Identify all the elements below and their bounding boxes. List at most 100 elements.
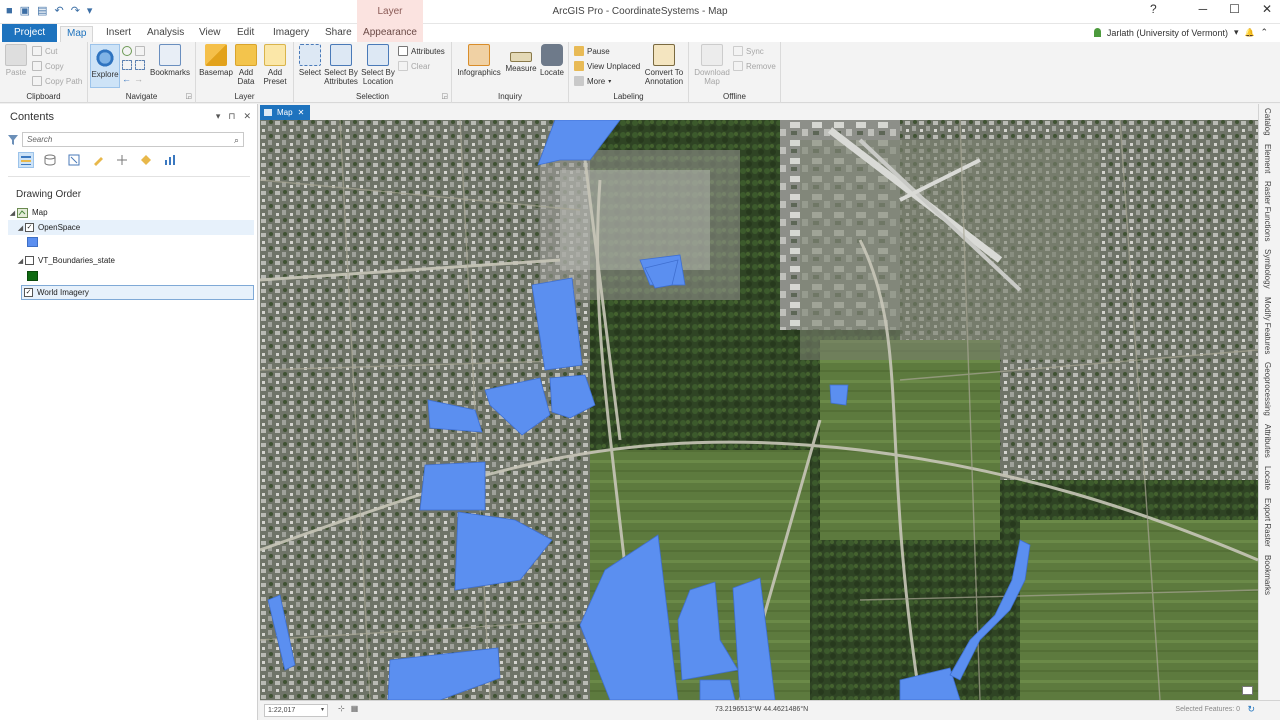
pause-labeling-button[interactable]: Pause bbox=[574, 46, 610, 56]
openspace-symbol-swatch[interactable] bbox=[27, 237, 38, 247]
convert-to-annotation-button[interactable]: Convert To Annotation bbox=[642, 44, 686, 86]
user-icon bbox=[1093, 28, 1101, 37]
layer-visibility-checkbox[interactable]: ✓ bbox=[25, 223, 34, 232]
add-preset-icon bbox=[264, 44, 286, 66]
tree-item-map[interactable]: ◢ Map bbox=[8, 205, 254, 220]
layer-visibility-checkbox[interactable] bbox=[25, 256, 34, 265]
measure-button[interactable]: Measure bbox=[504, 44, 538, 73]
collapse-icon[interactable]: ◢ bbox=[16, 257, 25, 265]
list-by-selection-icon[interactable] bbox=[66, 152, 82, 168]
pin-icon[interactable]: ⊓ bbox=[228, 111, 235, 122]
tab-map-view[interactable]: Map ✕ bbox=[260, 105, 311, 120]
infographics-button[interactable]: Infographics bbox=[456, 44, 502, 77]
side-tab-catalog[interactable]: Catalog bbox=[1263, 108, 1272, 136]
side-tab-symbology[interactable]: Symbology bbox=[1263, 249, 1272, 289]
download-map-button[interactable]: Download Map bbox=[693, 44, 731, 86]
collapse-icon[interactable]: ◢ bbox=[8, 209, 17, 217]
list-by-labeling-icon[interactable] bbox=[138, 152, 154, 168]
imagery-basemap[interactable] bbox=[260, 120, 1258, 700]
side-tab-raster-functions[interactable]: Raster Functions bbox=[1263, 181, 1272, 241]
tab-project[interactable]: Project bbox=[2, 24, 58, 42]
map-overview-icon[interactable] bbox=[1242, 686, 1253, 695]
side-tab-modify-features[interactable]: Modify Features bbox=[1263, 297, 1272, 354]
list-by-data-source-icon[interactable] bbox=[42, 152, 58, 168]
close-window-button[interactable]: ✕ bbox=[1262, 2, 1272, 16]
select-by-attributes-button[interactable]: Select By Attributes bbox=[324, 44, 358, 86]
tab-edit[interactable]: Edit bbox=[231, 26, 260, 42]
scale-selector[interactable]: 1:22,017 ▾ bbox=[264, 704, 328, 717]
zoom-tools-button[interactable] bbox=[122, 60, 145, 70]
new-icon[interactable]: ▤ bbox=[37, 4, 47, 17]
add-preset-button[interactable]: Add Preset bbox=[260, 44, 290, 86]
open-icon[interactable]: ▣ bbox=[20, 4, 30, 17]
list-by-editing-icon[interactable] bbox=[90, 152, 106, 168]
list-by-charts-icon[interactable] bbox=[162, 152, 178, 168]
clear-selection-button[interactable]: Clear bbox=[398, 61, 430, 71]
tree-item-openspace[interactable]: ◢ ✓ OpenSpace bbox=[8, 220, 254, 235]
list-by-drawing-order-icon[interactable] bbox=[18, 152, 34, 168]
list-by-snapping-icon[interactable] bbox=[114, 152, 130, 168]
attributes-button[interactable]: Attributes bbox=[398, 46, 445, 56]
zoom-full-extent-button[interactable] bbox=[122, 46, 145, 56]
grid-icon[interactable]: ▦ bbox=[351, 704, 359, 713]
copy-button[interactable]: Copy bbox=[32, 61, 64, 71]
view-unplaced-button[interactable]: View Unplaced bbox=[574, 61, 640, 71]
snapping-icon[interactable]: ⊹ bbox=[338, 704, 345, 713]
tab-insert[interactable]: Insert bbox=[100, 26, 137, 42]
tab-analysis[interactable]: Analysis bbox=[141, 26, 190, 42]
notification-bell-icon[interactable]: 🔔 bbox=[1244, 28, 1254, 37]
tab-map[interactable]: Map bbox=[60, 26, 94, 42]
minimize-button[interactable]: ─ bbox=[1199, 2, 1208, 16]
filter-icon[interactable] bbox=[8, 134, 18, 145]
map-canvas[interactable] bbox=[260, 120, 1258, 700]
cut-button[interactable]: Cut bbox=[32, 46, 57, 56]
tab-view[interactable]: View bbox=[193, 26, 227, 42]
undo-icon[interactable]: ↶ bbox=[54, 4, 63, 17]
selected-features-count: Selected Features: 0 bbox=[1175, 706, 1240, 713]
paste-button[interactable]: Paste bbox=[5, 44, 27, 77]
side-tab-geoprocessing[interactable]: Geoprocessing bbox=[1263, 362, 1272, 416]
close-pane-icon[interactable]: ✕ bbox=[243, 111, 251, 122]
search-input[interactable]: Search ⌕ bbox=[22, 132, 244, 147]
locate-button[interactable]: Locate bbox=[538, 44, 566, 77]
more-labeling-button[interactable]: More ▾ bbox=[574, 76, 611, 86]
explore-button[interactable]: Explore bbox=[90, 44, 120, 88]
tab-share[interactable]: Share bbox=[319, 26, 358, 42]
basemap-button[interactable]: Basemap bbox=[199, 44, 233, 77]
copy-path-button[interactable]: Copy Path bbox=[32, 76, 82, 86]
customize-qat-icon[interactable]: ▾ bbox=[87, 4, 93, 17]
boundary-symbol-swatch[interactable] bbox=[27, 271, 38, 281]
help-button[interactable]: ? bbox=[1150, 2, 1157, 16]
select-by-location-button[interactable]: Select By Location bbox=[360, 44, 396, 86]
side-tab-element[interactable]: Element bbox=[1263, 144, 1272, 173]
user-account[interactable]: Jarlath (University of Vermont) ▾ 🔔 ⌃ bbox=[1093, 27, 1268, 38]
collapse-ribbon-icon[interactable]: ⌃ bbox=[1260, 27, 1268, 38]
remove-offline-button[interactable]: Remove bbox=[733, 61, 776, 71]
layer-visibility-checkbox[interactable]: ✓ bbox=[24, 288, 33, 297]
add-data-button[interactable]: Add Data bbox=[234, 44, 258, 86]
side-tab-attributes[interactable]: Attributes bbox=[1263, 424, 1272, 458]
side-tab-bookmarks[interactable]: Bookmarks bbox=[1263, 555, 1272, 595]
search-icon[interactable]: ⌕ bbox=[234, 134, 239, 147]
tree-item-world-imagery[interactable]: ✓ World Imagery bbox=[21, 285, 254, 300]
redo-icon[interactable]: ↷ bbox=[71, 4, 80, 17]
tree-item-vt-boundaries[interactable]: ◢ VT_Boundaries_state bbox=[8, 253, 254, 268]
ribbon: Paste Cut Copy Copy Path Clipboard Explo… bbox=[0, 42, 1280, 103]
save-icon[interactable]: ■ bbox=[6, 5, 13, 17]
collapse-icon[interactable]: ◢ bbox=[16, 224, 25, 232]
previous-next-extent-button[interactable]: ← → bbox=[122, 74, 143, 84]
navigate-launcher-icon[interactable]: ◲ bbox=[185, 92, 192, 100]
refresh-icon[interactable]: ↻ bbox=[1247, 704, 1255, 715]
close-map-tab-icon[interactable]: ✕ bbox=[298, 105, 305, 120]
side-tab-locate[interactable]: Locate bbox=[1263, 466, 1272, 490]
sync-button[interactable]: Sync bbox=[733, 46, 764, 56]
user-dropdown-icon[interactable]: ▾ bbox=[1234, 27, 1239, 38]
tab-imagery[interactable]: Imagery bbox=[267, 26, 315, 42]
select-button[interactable]: Select bbox=[296, 44, 324, 77]
bookmarks-button[interactable]: Bookmarks bbox=[150, 44, 190, 77]
maximize-button[interactable]: ☐ bbox=[1229, 2, 1240, 16]
side-tab-export-raster[interactable]: Export Raster bbox=[1263, 498, 1272, 547]
pane-options-icon[interactable]: ▾ bbox=[216, 111, 221, 122]
selection-launcher-icon[interactable]: ◲ bbox=[441, 92, 448, 100]
tab-appearance[interactable]: Appearance bbox=[357, 24, 423, 42]
